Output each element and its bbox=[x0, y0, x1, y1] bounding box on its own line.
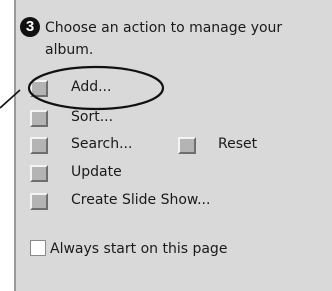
create-slide-show-label[interactable]: Create Slide Show... bbox=[71, 191, 210, 209]
add-label[interactable]: Add... bbox=[71, 78, 111, 96]
always-start-checkbox[interactable] bbox=[30, 240, 46, 256]
reset-button[interactable] bbox=[178, 137, 196, 154]
add-button[interactable] bbox=[30, 80, 48, 97]
always-start-label: Always start on this page bbox=[50, 241, 228, 257]
screenshot-frame: 3 Choose an action to manage your album.… bbox=[0, 0, 332, 291]
update-button[interactable] bbox=[30, 165, 48, 182]
step-number-badge: 3 bbox=[20, 17, 40, 37]
sort-label[interactable]: Sort... bbox=[71, 108, 113, 126]
search-button[interactable] bbox=[30, 137, 48, 154]
panel-heading: Choose an action to manage your album. bbox=[45, 20, 283, 58]
search-label[interactable]: Search... bbox=[71, 135, 132, 153]
reset-label[interactable]: Reset bbox=[218, 135, 257, 153]
sort-button[interactable] bbox=[30, 110, 48, 127]
update-label[interactable]: Update bbox=[71, 163, 122, 181]
create-slide-show-button[interactable] bbox=[30, 193, 48, 210]
